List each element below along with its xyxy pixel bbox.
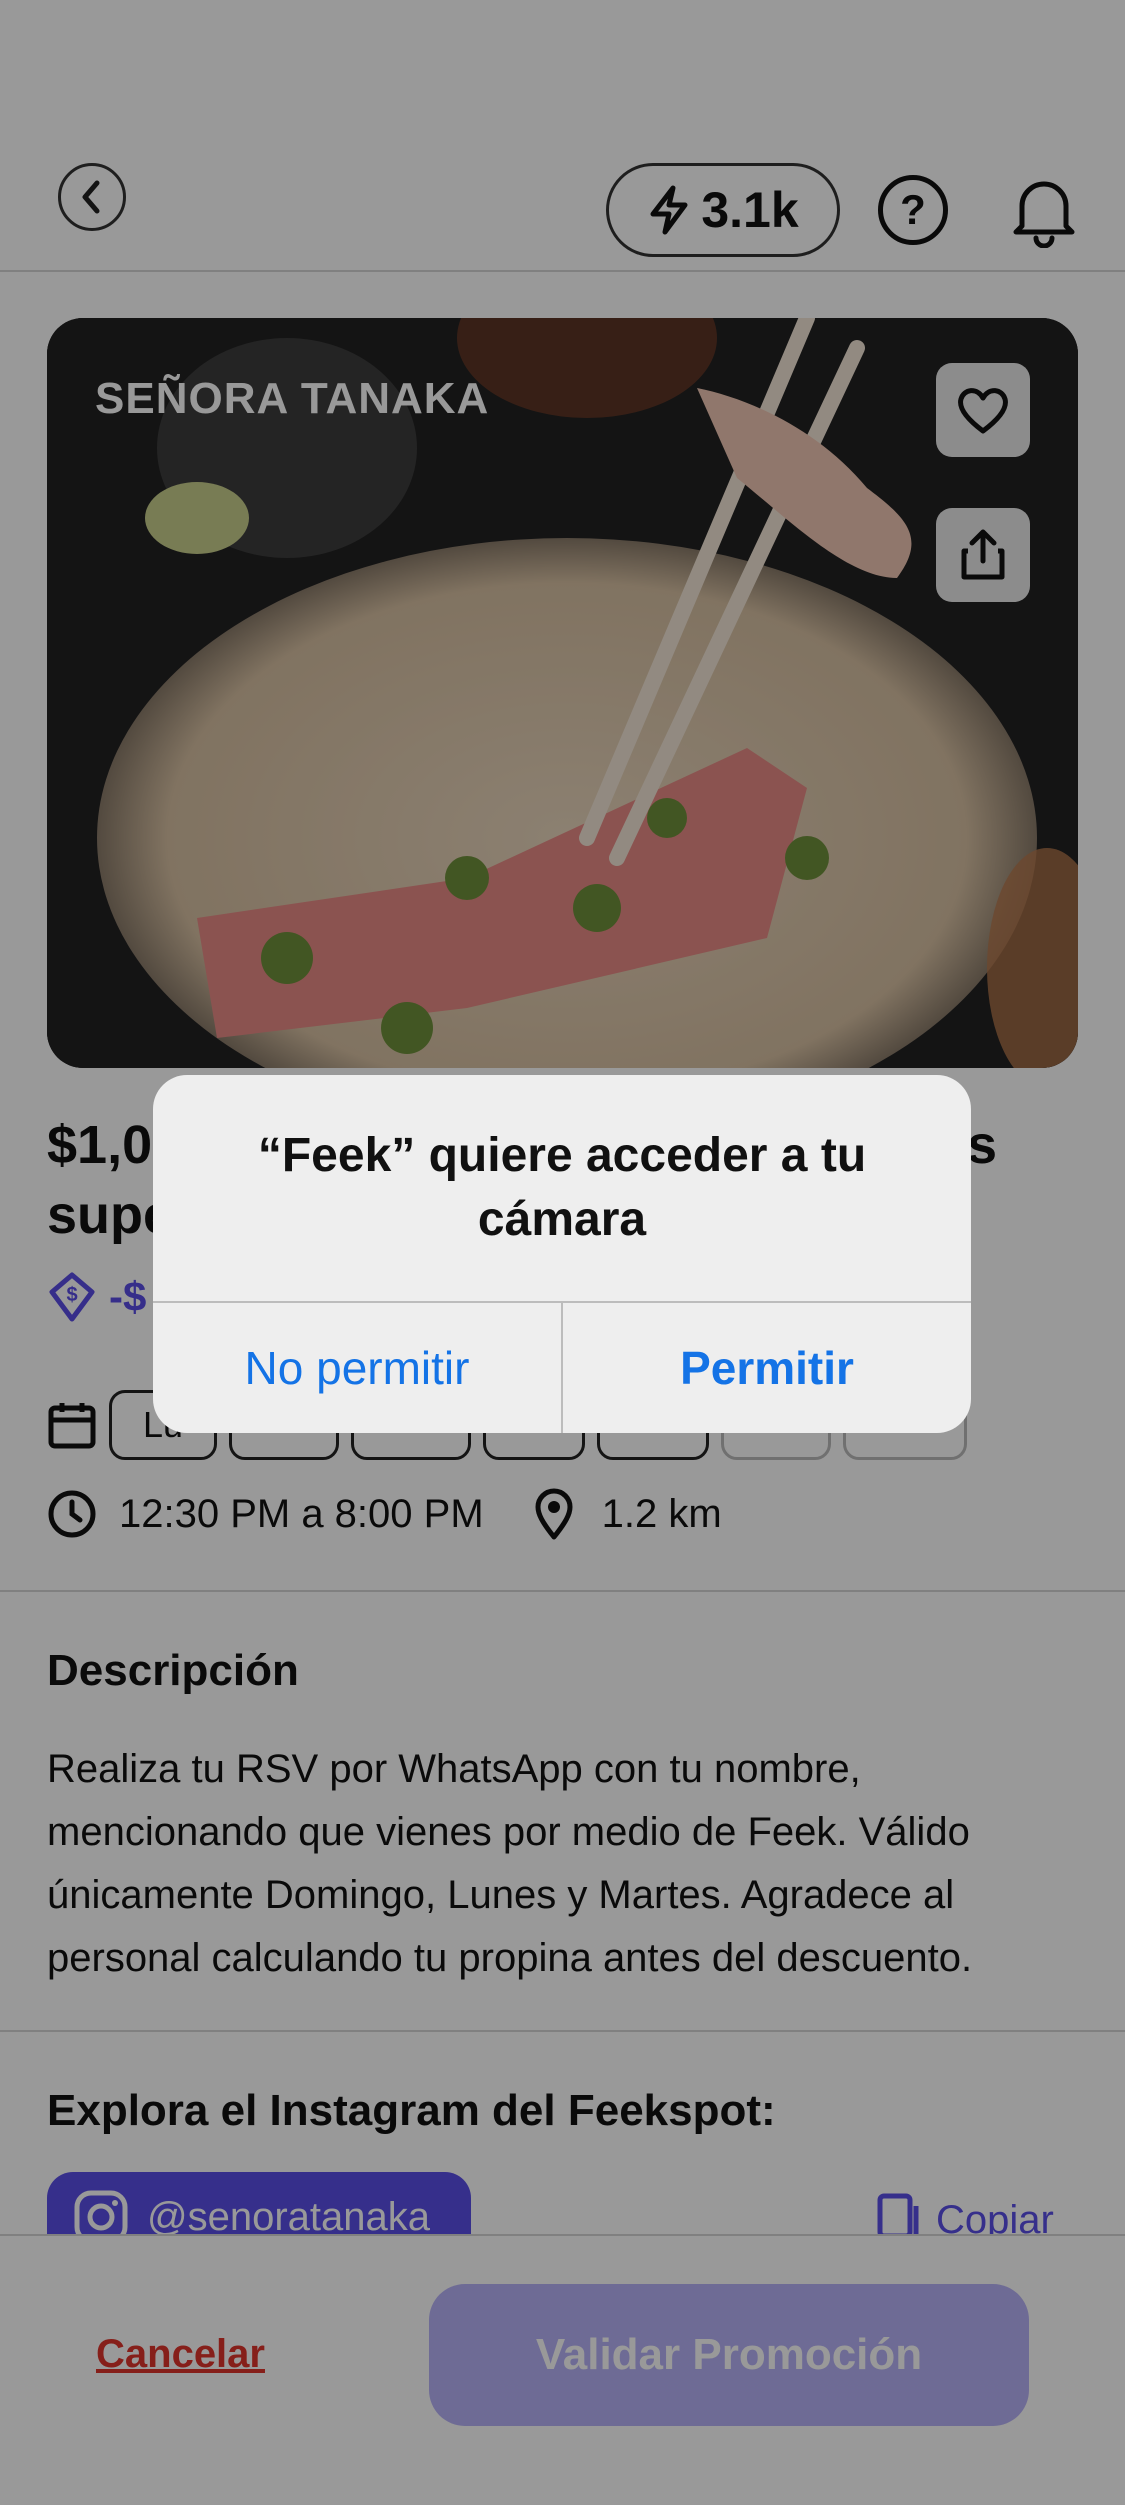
deny-button[interactable]: No permitir	[153, 1303, 561, 1433]
camera-permission-alert: “Feek” quiere acceder a tu cámara No per…	[153, 1075, 971, 1433]
allow-button[interactable]: Permitir	[563, 1303, 971, 1433]
alert-message: “Feek” quiere acceder a tu cámara	[257, 1129, 867, 1246]
